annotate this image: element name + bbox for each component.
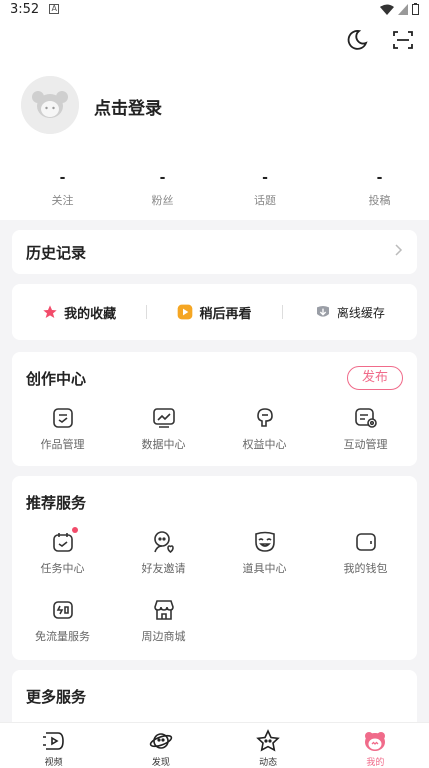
more-services: 更多服务: [12, 670, 417, 730]
grid-label: 我的钱包: [343, 562, 388, 575]
tab-video[interactable]: 视频: [0, 723, 107, 768]
works-management[interactable]: 作品管理: [12, 406, 113, 452]
battery-icon: [412, 3, 419, 15]
merch-store[interactable]: 周边商城: [113, 598, 214, 644]
tab-label: 动态: [259, 758, 278, 768]
data-center[interactable]: 数据中心: [113, 406, 214, 452]
stats-row: - 关注 - 粉丝 - 话题 - 投稿: [0, 168, 429, 220]
stat-label: 话题: [254, 194, 276, 207]
interaction-icon: [354, 406, 378, 430]
recommended-services: 推荐服务 任务中心 好友邀请 道具中心 我的钱包 免流量服务 周边商城: [12, 476, 417, 660]
store-icon: [152, 598, 176, 622]
my-favorites-button[interactable]: 我的收藏: [12, 303, 146, 322]
grid-label: 权益中心: [242, 438, 287, 451]
stat-label: 关注: [51, 194, 74, 207]
my-wallet[interactable]: 我的钱包: [315, 530, 416, 576]
tab-mine[interactable]: 我的: [322, 723, 429, 768]
planet-tab-icon: [149, 729, 173, 753]
data-free-service[interactable]: 免流量服务: [12, 598, 113, 644]
mine-tab-icon: [363, 729, 387, 753]
grid-label: 数据中心: [141, 438, 186, 451]
status-time: 3:52: [10, 1, 40, 17]
data-chart-icon: [152, 406, 176, 430]
interaction-management[interactable]: 互动管理: [315, 406, 416, 452]
signal-icon: [398, 3, 408, 15]
stat-fans[interactable]: - 粉丝: [125, 168, 200, 220]
download-icon: [316, 306, 329, 317]
star-icon: [43, 305, 57, 318]
section-title: 创作中心: [26, 370, 87, 388]
stat-label: 投稿: [368, 194, 391, 207]
prop-mask-icon: [253, 530, 277, 554]
notification-dot: [71, 527, 78, 533]
star-face-tab-icon: [256, 729, 280, 753]
stat-value: -: [376, 170, 383, 186]
prop-center[interactable]: 道具中心: [214, 530, 315, 576]
status-icons: [380, 3, 419, 15]
chevron-right-icon: [395, 244, 403, 260]
creation-center: 创作中心 发布 作品管理 数据中心 权益中心 互动管理: [12, 352, 417, 466]
stat-value: -: [59, 170, 66, 186]
friend-invite-icon: [152, 530, 176, 554]
task-center[interactable]: 任务中心: [12, 527, 113, 576]
night-mode-icon[interactable]: [345, 28, 369, 52]
quick-label: 稍后再看: [199, 306, 252, 322]
grid-label: 互动管理: [343, 438, 388, 451]
grid-label: 作品管理: [40, 438, 85, 451]
stat-value: -: [262, 170, 268, 186]
grid-label: 道具中心: [242, 562, 287, 575]
status-bar: 3:52 A: [0, 0, 429, 18]
tab-label: 视频: [44, 758, 63, 768]
benefit-icon: [253, 406, 277, 430]
data-free-icon: [51, 598, 75, 622]
stat-label: 粉丝: [151, 194, 174, 207]
quick-actions: 我的收藏 稍后再看 离线缓存: [12, 284, 417, 340]
wifi-icon: [380, 4, 394, 15]
benefit-center[interactable]: 权益中心: [214, 406, 315, 452]
notification-a-icon: A: [49, 4, 60, 14]
history-row[interactable]: 历史记录: [12, 230, 417, 274]
profile-header: 点击登录: [0, 18, 429, 168]
grid-label: 周边商城: [141, 630, 186, 643]
bottom-tab-bar: 视频 发现 动态 我的: [0, 722, 429, 768]
tab-discover[interactable]: 发现: [107, 723, 214, 768]
section-title: 推荐服务: [26, 494, 87, 512]
tab-label: 发现: [151, 758, 170, 768]
publish-button[interactable]: 发布: [347, 366, 403, 390]
works-icon: [51, 406, 75, 430]
grid-label: 任务中心: [40, 562, 85, 575]
grid-label: 好友邀请: [141, 562, 186, 575]
offline-cache-button[interactable]: 离线缓存: [283, 304, 417, 321]
quick-label: 离线缓存: [336, 305, 385, 320]
login-link[interactable]: 点击登录: [94, 94, 162, 119]
tab-activity[interactable]: 动态: [215, 723, 322, 768]
quick-label: 我的收藏: [64, 306, 117, 322]
stat-posts[interactable]: - 投稿: [330, 168, 429, 220]
watch-later-button[interactable]: 稍后再看: [147, 303, 281, 322]
avatar[interactable]: [21, 76, 79, 134]
grid-label: 免流量服务: [35, 630, 90, 643]
tab-label: 我的: [366, 758, 385, 768]
stat-topics[interactable]: - 话题: [200, 168, 330, 220]
watch-later-icon: [178, 304, 193, 320]
history-title: 历史记录: [26, 243, 87, 262]
stat-following[interactable]: - 关注: [0, 168, 125, 220]
section-title: 更多服务: [26, 688, 87, 706]
video-tab-icon: [42, 729, 66, 753]
wallet-icon: [354, 530, 378, 554]
friend-invite[interactable]: 好友邀请: [113, 530, 214, 576]
task-calendar-icon: [51, 527, 78, 554]
scan-icon[interactable]: [391, 28, 415, 52]
stat-value: -: [159, 170, 166, 186]
